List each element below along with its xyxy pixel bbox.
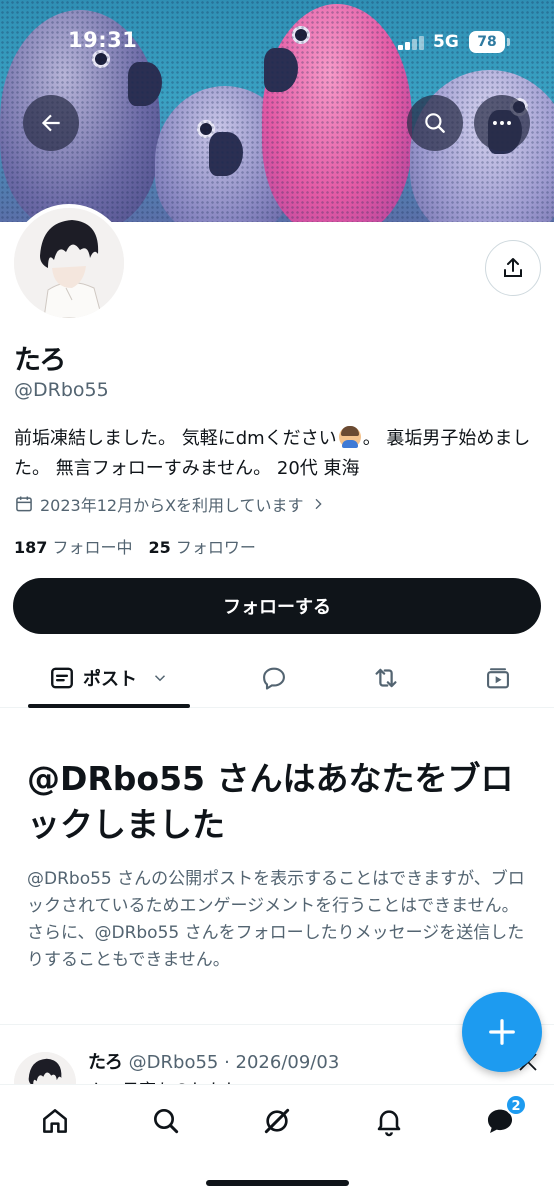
- nav-search[interactable]: [146, 1101, 186, 1141]
- search-icon: [154, 1109, 179, 1134]
- joined-date[interactable]: 2023年12月からXを利用しています: [14, 492, 326, 516]
- tweet-author-name: たろ: [88, 1052, 123, 1073]
- following-count: 187: [14, 538, 48, 557]
- profile-name: たろ: [14, 345, 67, 376]
- follow-counts: 187 フォロー中 25 フォロワー: [14, 534, 256, 558]
- more-button[interactable]: [474, 95, 530, 151]
- home-icon: [43, 1109, 67, 1133]
- media-icon: [487, 668, 509, 689]
- joined-text: 2023年12月からXを利用しています: [40, 496, 304, 515]
- blocked-description: @DRbo55 さんの公開ポストを表示することはできますが、ブロックされているた…: [27, 869, 525, 970]
- tab-posts[interactable]: ポスト: [28, 650, 190, 708]
- home-indicator: [206, 1180, 349, 1186]
- followers-label: フォロワー: [175, 538, 256, 557]
- followers-link[interactable]: 25 フォロワー: [149, 538, 256, 557]
- follow-button[interactable]: フォローする: [13, 578, 541, 634]
- bio-text: 前垢凍結しました。 気軽にdmください: [14, 428, 337, 449]
- tweet-meta: たろ @DRbo55 · 2026/09/03: [88, 1048, 339, 1074]
- search-icon: [425, 113, 445, 133]
- nav-grok[interactable]: [257, 1101, 297, 1141]
- status-bar: 19:31 5G 78: [0, 0, 554, 80]
- compose-button[interactable]: [462, 992, 542, 1072]
- posts-icon: [51, 667, 73, 689]
- person-emoji-icon: [338, 426, 361, 448]
- chevron-right-icon: [315, 498, 322, 510]
- chevron-down-icon: [154, 675, 166, 682]
- repost-icon: [375, 668, 397, 688]
- tab-reposts[interactable]: [360, 650, 412, 706]
- battery-icon: 78: [469, 31, 510, 53]
- calendar-icon: [16, 496, 32, 512]
- following-link[interactable]: 187 フォロー中: [14, 538, 133, 557]
- followers-count: 25: [148, 538, 171, 557]
- blocked-title: @DRbo55 さんはあなたをブロックしました: [27, 759, 514, 844]
- share-icon: [504, 258, 522, 277]
- share-button[interactable]: [485, 240, 541, 296]
- search-button[interactable]: [407, 95, 463, 151]
- profile-bio: 前垢凍結しました。 気軽にdmください。 裏垢男子始めました。 無言フォローすみ…: [14, 424, 544, 484]
- following-label: フォロー中: [52, 538, 133, 557]
- reply-icon: [263, 667, 285, 690]
- profile-tabs: ポスト: [0, 650, 554, 708]
- messages-badge: 2: [505, 1094, 527, 1116]
- tweet-handle-date: @DRbo55 · 2026/09/03: [128, 1052, 340, 1073]
- grok-icon: [264, 1108, 290, 1134]
- more-dots-icon: [493, 121, 511, 125]
- tab-posts-label: ポスト: [83, 669, 137, 690]
- back-button[interactable]: [23, 95, 79, 151]
- avatar-image: [14, 208, 124, 318]
- network-label: 5G: [433, 32, 459, 52]
- clock: 19:31: [68, 28, 138, 52]
- nav-home[interactable]: [35, 1101, 75, 1141]
- nav-notifications[interactable]: [369, 1101, 409, 1141]
- profile-avatar[interactable]: [10, 204, 128, 322]
- tab-media[interactable]: [472, 650, 524, 706]
- arrow-left-icon: [41, 114, 60, 132]
- bell-icon: [377, 1110, 401, 1137]
- signal-icon: [398, 36, 426, 50]
- tab-replies[interactable]: [248, 650, 300, 706]
- profile-handle: @DRbo55: [14, 379, 109, 401]
- plus-icon: [489, 1019, 515, 1045]
